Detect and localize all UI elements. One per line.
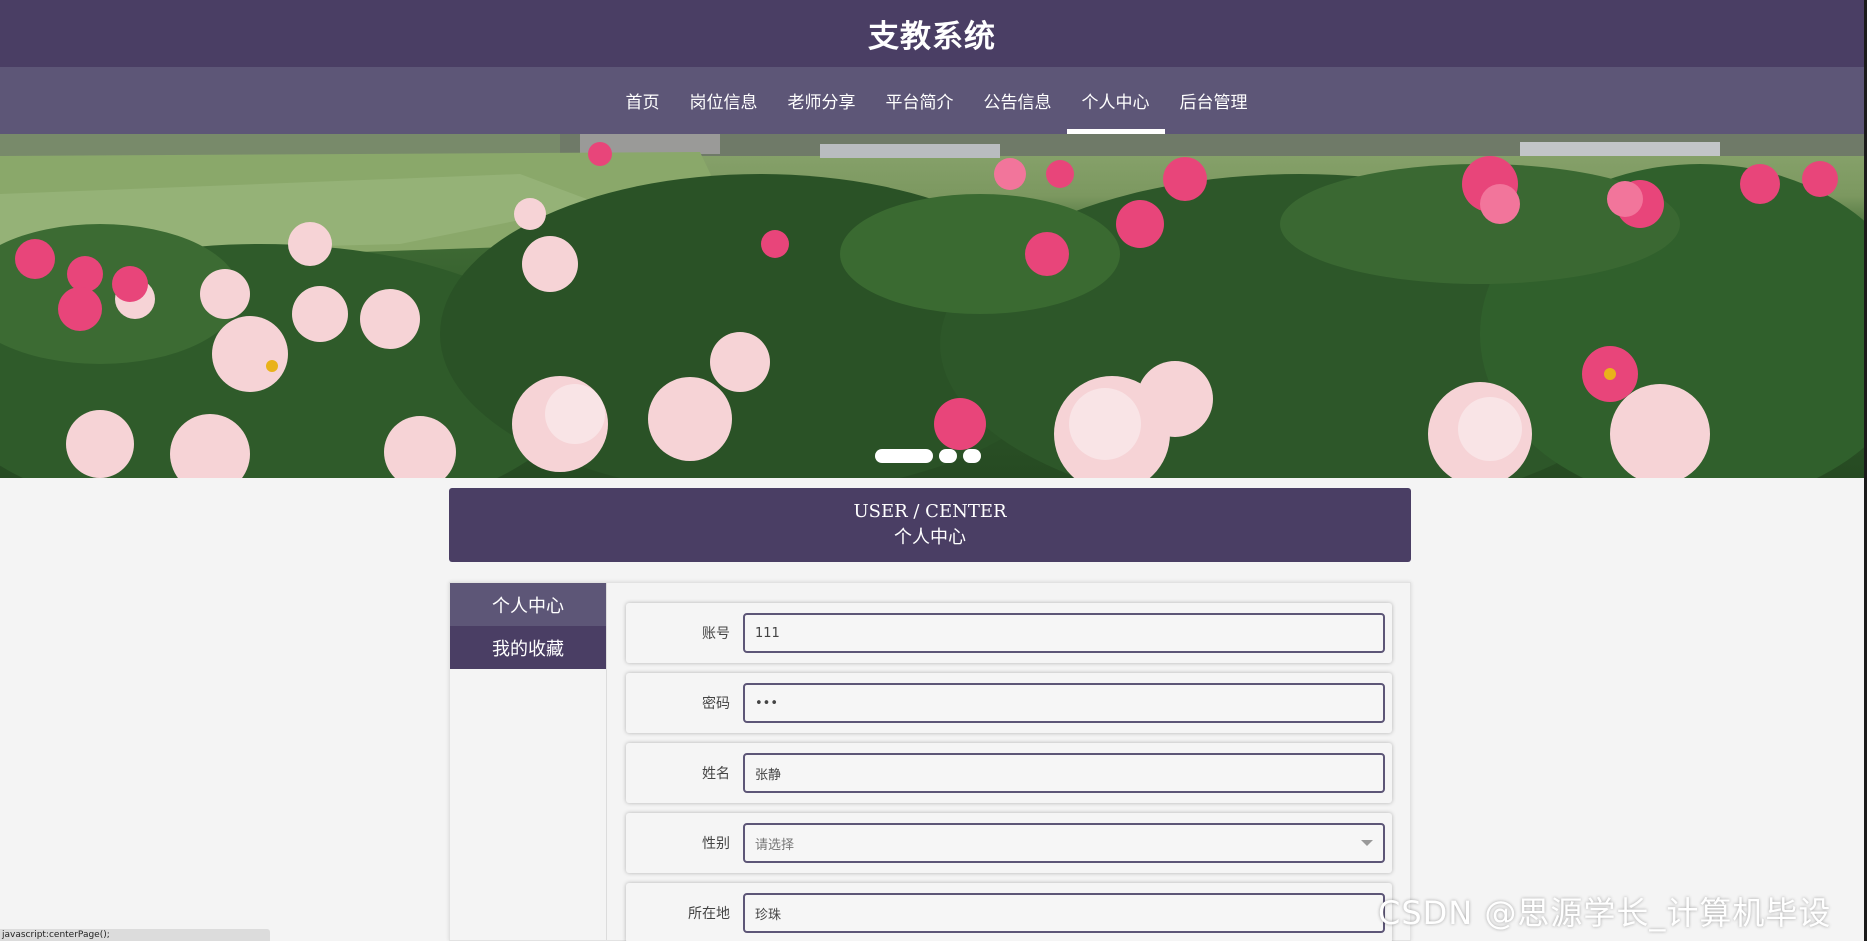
form-row-password: 密码 ••• xyxy=(626,673,1392,733)
chevron-down-icon xyxy=(1361,840,1373,846)
nav-item-jobs[interactable]: 岗位信息 xyxy=(675,67,773,134)
profile-form: 账号 111 密码 ••• 姓名 张静 性别 请选择 所在地 珍珠 xyxy=(626,603,1392,941)
watermark: CSDN @思源学长_计算机毕设 xyxy=(1378,894,1832,932)
gender-select[interactable]: 请选择 xyxy=(743,823,1385,863)
nav-item-platform-intro[interactable]: 平台简介 xyxy=(871,67,969,134)
side-item-user-center[interactable]: 个人中心 xyxy=(450,583,606,626)
carousel-dot-2[interactable] xyxy=(939,449,957,463)
carousel-indicators xyxy=(875,449,981,463)
gender-label: 性别 xyxy=(702,836,730,852)
location-label: 所在地 xyxy=(688,906,730,922)
form-row-gender: 性别 请选择 xyxy=(626,813,1392,873)
browser-status-bar: javascript:centerPage(); xyxy=(0,929,270,941)
nav-item-announcements[interactable]: 公告信息 xyxy=(969,67,1067,134)
account-input[interactable]: 111 xyxy=(743,613,1385,653)
site-title: 支教系统 xyxy=(868,19,996,55)
user-center-panel: 个人中心 我的收藏 账号 111 密码 ••• 姓名 张静 性别 请选择 所在地… xyxy=(449,582,1411,941)
name-label: 姓名 xyxy=(702,766,730,782)
nav-list: 首页 岗位信息 老师分享 平台简介 公告信息 个人中心 后台管理 xyxy=(611,67,1263,134)
nav-item-user-center[interactable]: 个人中心 xyxy=(1066,67,1165,134)
location-input[interactable]: 珍珠 xyxy=(743,893,1385,933)
nav-item-admin[interactable]: 后台管理 xyxy=(1165,67,1263,134)
site-header: 支教系统 xyxy=(0,0,1864,67)
form-row-account: 账号 111 xyxy=(626,603,1392,663)
password-label: 密码 xyxy=(702,696,730,712)
gender-select-value: 请选择 xyxy=(755,837,795,853)
section-title: USER / CENTER 个人中心 xyxy=(449,488,1411,562)
password-input[interactable]: ••• xyxy=(743,683,1385,723)
side-menu: 个人中心 我的收藏 xyxy=(450,583,607,940)
main-nav: 首页 岗位信息 老师分享 平台简介 公告信息 个人中心 后台管理 xyxy=(0,67,1864,134)
nav-item-teacher-share[interactable]: 老师分享 xyxy=(773,67,871,134)
carousel-dot-1[interactable] xyxy=(875,449,933,463)
section-title-en: USER / CENTER xyxy=(853,501,1007,522)
nav-item-home[interactable]: 首页 xyxy=(611,67,675,134)
carousel-dot-3[interactable] xyxy=(963,449,981,463)
name-input[interactable]: 张静 xyxy=(743,753,1385,793)
form-row-name: 姓名 张静 xyxy=(626,743,1392,803)
side-item-favorites[interactable]: 我的收藏 xyxy=(450,626,606,669)
form-row-location: 所在地 珍珠 xyxy=(626,883,1392,941)
banner-carousel[interactable] xyxy=(0,134,1864,478)
section-title-cn: 个人中心 xyxy=(894,527,966,548)
account-label: 账号 xyxy=(702,626,730,642)
banner-image xyxy=(0,134,1864,478)
